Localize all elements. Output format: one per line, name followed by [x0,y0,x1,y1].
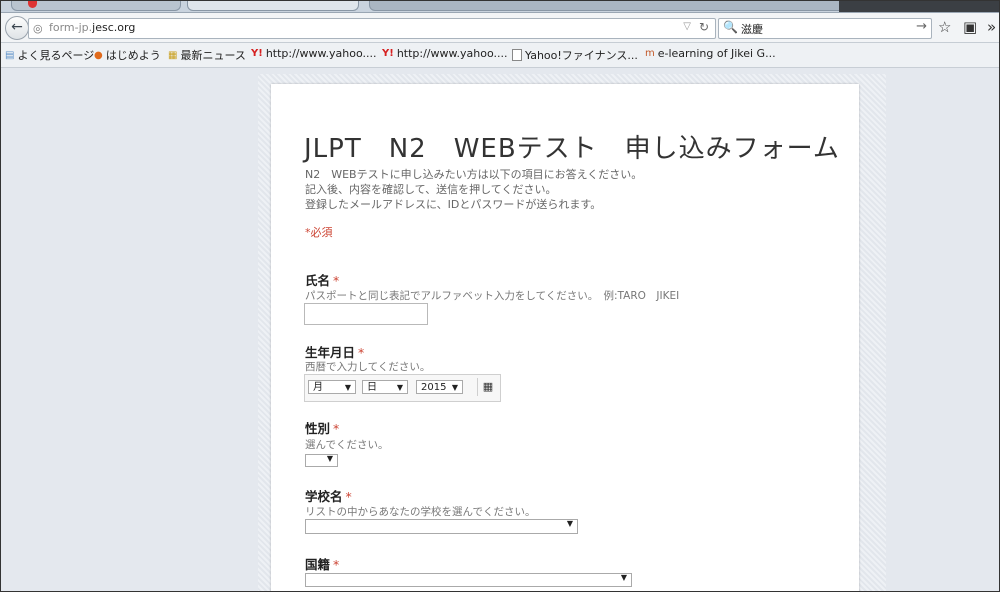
bookmark-label: Yahoo!ファイナンス... [525,49,638,62]
bookmark-label: http://www.yahoo.... [265,47,377,60]
required-mark: * [333,421,340,436]
firefox-icon: ● [94,49,103,61]
month-value: 月 [313,382,323,393]
url-domain: jesc.org [92,21,136,34]
bookmark-label: e-learning of Jikei G... [657,47,776,60]
back-button[interactable]: ← [5,16,29,40]
nationality-label: 国籍 * [305,554,339,573]
tab-favicon-icon [28,1,37,8]
bookmark-item[interactable]: Yahoo!ファイナンス... [512,47,638,63]
name-label: 氏名 * [305,270,339,289]
day-value: 日 [367,382,377,393]
bookmark-item[interactable]: ▦ 最新ニュース [168,47,246,63]
chevron-down-icon: ▼ [344,383,351,392]
required-mark: * [345,489,352,504]
school-label-text: 学校名 [305,489,343,504]
bookmark-item[interactable]: m e-learning of Jikei G... [645,47,776,60]
overflow-icon[interactable]: » [987,18,996,36]
bookmark-label: http://www.yahoo.... [396,47,508,60]
tab-2[interactable] [187,1,359,11]
school-select[interactable]: ▼ [305,519,578,534]
chevron-down-icon: ▼ [566,519,573,528]
search-bar[interactable]: 🔍 滋慶 → [718,18,932,39]
nationality-label-text: 国籍 [305,557,331,572]
required-mark: * [333,557,340,572]
reload-icon[interactable]: ↻ [699,20,709,34]
yahoo-icon: Y! [382,48,394,59]
clipboard-icon[interactable]: ▣ [963,18,977,36]
title-bar-controls [839,1,999,12]
navigation-bar: ← ◎ form-jp.jesc.org ▽ ↻ 🔍 滋慶 → ☆ ▣ » [1,13,999,43]
name-help: パスポートと同じ表記でアルファベット入力をしてください。 例:TARO JIKE… [305,290,680,302]
form-title: JLPT N2 WEBテスト 申し込みフォーム [304,134,840,164]
gender-select[interactable]: ▼ [305,454,338,467]
bookmark-label: はじめよう [105,49,161,62]
search-go-icon[interactable]: → [916,19,927,34]
school-label: 学校名 * [305,486,352,505]
day-select[interactable]: 日 ▼ [362,380,408,394]
name-input[interactable] [304,303,428,325]
school-help: リストの中からあなたの学校を選んでください。 [305,506,536,518]
bookmark-label: 最新ニュース [180,49,246,62]
tab-3[interactable] [369,1,851,11]
chevron-down-icon: ▼ [620,573,627,582]
year-value: 2015 [421,382,447,393]
bookmark-item[interactable]: Y! http://www.yahoo.... [251,47,376,60]
month-select[interactable]: 月 ▼ [308,380,356,394]
tab-1[interactable] [11,1,181,11]
gender-label: 性別 * [305,418,339,437]
birthdate-label-text: 生年月日 [305,345,356,360]
m-icon: m [645,48,655,59]
required-mark: * [333,273,340,288]
chevron-down-icon: ▼ [451,383,458,392]
bookmark-item[interactable]: Y! http://www.yahoo.... [382,47,507,60]
bookmark-star-icon[interactable]: ☆ [938,18,951,36]
chevron-down-icon: ▼ [326,454,333,463]
birthdate-picker: 月 ▼ 日 ▼ 2015 ▼ ▦ [304,374,501,402]
form-description-line: 記入後、内容を確認して、送信を押してください。 [305,183,557,196]
form-card: JLPT N2 WEBテスト 申し込みフォーム N2 WEBテストに申し込みたい… [271,84,859,591]
required-note: *必須 [305,226,333,239]
url-bar[interactable]: ◎ form-jp.jesc.org ▽ ↻ [28,18,716,39]
page-icon [512,49,522,61]
news-icon: ▦ [168,49,178,61]
calendar-button[interactable]: ▦ [477,378,498,396]
gender-help: 選んでください。 [305,439,389,451]
chevron-down-icon: ▼ [396,383,403,392]
folder-icon: ▤ [5,49,15,61]
url-text: form-jp.jesc.org [49,21,135,34]
browser-window: ← ◎ form-jp.jesc.org ▽ ↻ 🔍 滋慶 → ☆ ▣ » ▤ … [0,0,1000,592]
calendar-icon: ▦ [482,380,494,393]
bookmark-label: よく見るページ [17,49,95,62]
year-select[interactable]: 2015 ▼ [416,380,463,394]
gender-label-text: 性別 [305,421,331,436]
birthdate-help: 西暦で入力してください。 [305,361,431,373]
bookmarks-toolbar: ▤ よく見るページ ● はじめよう ▦ 最新ニュース Y! http://www… [1,43,999,68]
search-input[interactable]: 滋慶 [741,21,763,37]
site-identity-icon[interactable]: ◎ [33,22,43,35]
url-prefix: form-jp. [49,21,93,34]
required-mark: * [358,345,365,360]
back-arrow-icon: ← [11,19,23,35]
bookmark-item[interactable]: ● はじめよう [94,47,161,63]
yahoo-icon: Y! [251,48,263,59]
name-label-text: 氏名 [305,273,331,288]
bookmark-item[interactable]: ▤ よく見るページ [5,47,94,63]
url-history-dropdown-icon[interactable]: ▽ [683,21,691,32]
form-description-line: N2 WEBテストに申し込みたい方は以下の項目にお答えください。 [305,168,643,181]
nationality-select[interactable]: ▼ [305,573,632,587]
search-icon: 🔍 [723,20,738,34]
tab-strip [1,1,999,13]
form-description-line: 登録したメールアドレスに、IDとパスワードが送られます。 [305,198,602,211]
